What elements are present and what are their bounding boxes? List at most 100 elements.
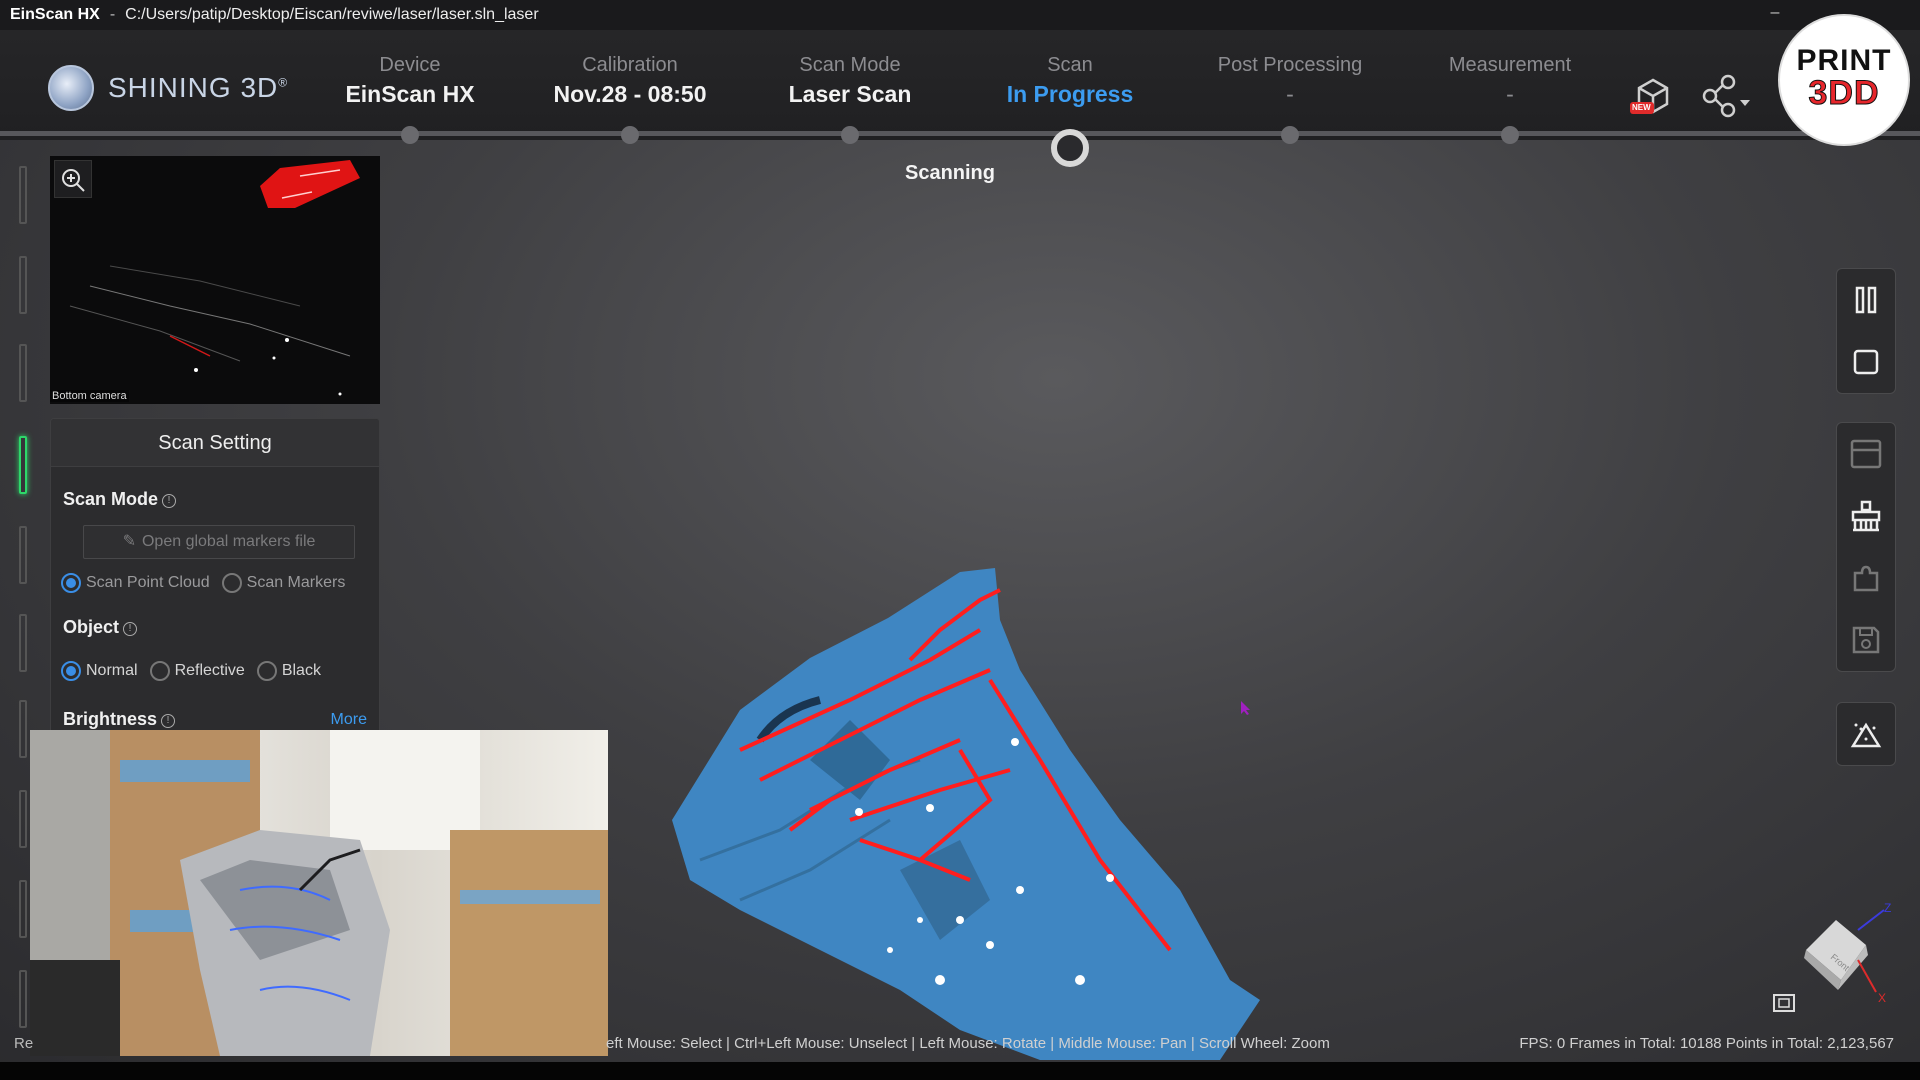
title-bar: EinScan HX - C:/Users/patip/Desktop/Eisc… [0,0,1920,30]
rail-tab[interactable] [19,256,27,314]
rail-tab[interactable] [19,344,27,402]
open-file-icon: ✎ [122,533,136,550]
rail-tab[interactable] [19,700,27,758]
scan-control-group [1836,268,1896,394]
new-badge: NEW [1632,103,1651,112]
step-device[interactable]: Device EinScan HX [300,54,520,108]
info-icon[interactable]: ! [162,494,177,508]
scan-stats: FPS: 0 Frames in Total: 10188 Points in … [1519,1035,1894,1052]
step-scan-mode[interactable]: Scan Mode Laser Scan [740,54,960,108]
step-calibration[interactable]: Calibration Nov.28 - 08:50 [520,54,740,108]
brush-icon [1851,500,1881,532]
step-node-scan[interactable] [1051,129,1089,167]
axis-z-label: Z [1884,901,1891,915]
mouse-hint: eft Mouse: Select | Ctrl+Left Mouse: Uns… [606,1035,1330,1052]
save-icon [1852,626,1880,654]
radio-scan-point-cloud[interactable]: Scan Point Cloud [61,573,210,593]
pause-button[interactable] [1837,269,1895,331]
minimize-button[interactable]: – [1760,4,1790,26]
plugin-button[interactable] [1837,547,1895,609]
radio-black[interactable]: Black [256,661,321,681]
rail-tab[interactable] [19,166,27,224]
pause-icon [1855,286,1877,314]
step-measurement[interactable]: Measurement - [1400,54,1620,108]
step-value: In Progress [1006,81,1134,107]
step-label: Scan Mode [799,54,901,76]
rail-tab[interactable] [19,790,27,848]
step-value: Nov.28 - 08:50 [553,81,707,107]
step-node-measurement[interactable] [1501,126,1519,144]
webcam-feed [30,730,608,1056]
scan-mesh[interactable] [660,560,1280,1060]
app-name: EinScan HX [10,6,100,23]
brand-logo: SHINING 3D® [48,65,288,111]
panel-title: Scan Setting [51,419,379,467]
navigation-cube[interactable]: Front Z X [1796,900,1906,1010]
radio-normal[interactable]: Normal [61,661,138,681]
step-node-post-processing[interactable] [1281,126,1299,144]
step-node-calibration[interactable] [621,126,639,144]
mouse-cursor-icon [1241,701,1250,715]
print3dd-watermark-logo: PRINT 3DD [1778,14,1910,146]
edit-tool-group [1836,422,1896,672]
rail-tab[interactable] [19,970,27,1028]
scan-setting-panel: Scan Setting Scan Mode! ✎ Open global mar… [50,418,380,738]
shining3d-logo-icon [48,65,94,111]
layer-panel-button[interactable] [1837,423,1895,485]
stop-icon [1853,349,1879,375]
step-value: EinScan HX [345,81,475,107]
share-icon[interactable] [1698,72,1750,122]
radio-scan-markers[interactable]: Scan Markers [221,573,345,593]
workflow-steps: Device EinScan HX Calibration Nov.28 - 0… [300,30,1620,140]
stop-button[interactable] [1837,331,1895,393]
axis-x-label: X [1878,991,1886,1005]
radio-reflective[interactable]: Reflective [149,661,245,681]
scan-mode-heading: Scan Mode! [63,489,177,510]
brightness-more-link[interactable]: More [331,711,367,729]
project-path: C:/Users/patip/Desktop/Eiscan/reviwe/las… [125,6,539,23]
step-value: - [1506,81,1514,107]
step-label: Measurement [1448,54,1572,76]
brightness-heading: Brightness! [63,709,176,730]
puzzle-icon [1853,565,1879,592]
mesh-tool-group [1836,702,1896,766]
step-post-processing[interactable]: Post Processing - [1180,54,1400,108]
mesh-triangle-icon [1850,722,1882,748]
window-panel-icon [1850,439,1882,469]
step-label: Calibration [582,54,678,76]
3d-model-new-icon[interactable]: NEW [1628,72,1678,122]
camera-preview: Bottom camera [50,156,380,404]
step-label: Post Processing [1217,54,1363,76]
clean-brush-button[interactable] [1837,485,1895,547]
object-options: Normal Reflective Black [61,661,333,681]
fit-view-icon[interactable] [1772,993,1796,1013]
rail-tab[interactable] [19,614,27,672]
rail-tab[interactable] [19,880,27,938]
webcam-image [30,730,608,1056]
object-heading: Object! [63,617,138,638]
step-node-device[interactable] [401,126,419,144]
rail-tab[interactable] [19,526,27,584]
camera-preview-image [50,156,380,404]
info-icon[interactable]: ! [123,622,138,636]
zoom-in-icon [62,169,85,192]
status-left-text: Re [14,1035,34,1052]
step-label: Scan [1047,54,1093,76]
open-global-markers-button[interactable]: ✎ Open global markers file [83,525,355,559]
workflow-header: SHINING 3D® Device EinScan HX Calibratio… [0,30,1920,167]
info-icon[interactable]: ! [161,714,176,728]
step-value: - [1286,81,1294,107]
zoom-in-button[interactable] [54,160,92,198]
title-separator: - [109,6,116,23]
step-scan[interactable]: Scan In Progress [960,54,1180,108]
scan-status: Scanning [904,162,995,184]
app-window: EinScan HX - C:/Users/patip/Desktop/Eisc… [0,0,1920,1080]
save-button[interactable] [1837,609,1895,671]
step-node-scan-mode[interactable] [841,126,859,144]
step-label: Device [379,54,441,76]
rail-tab-active[interactable] [19,436,27,494]
scan-mode-options: Scan Point Cloud Scan Markers [61,573,357,593]
camera-label: Bottom camera [50,390,129,402]
point-cloud-mesh-button[interactable] [1837,703,1895,765]
brand-name: SHINING 3D® [108,72,289,103]
